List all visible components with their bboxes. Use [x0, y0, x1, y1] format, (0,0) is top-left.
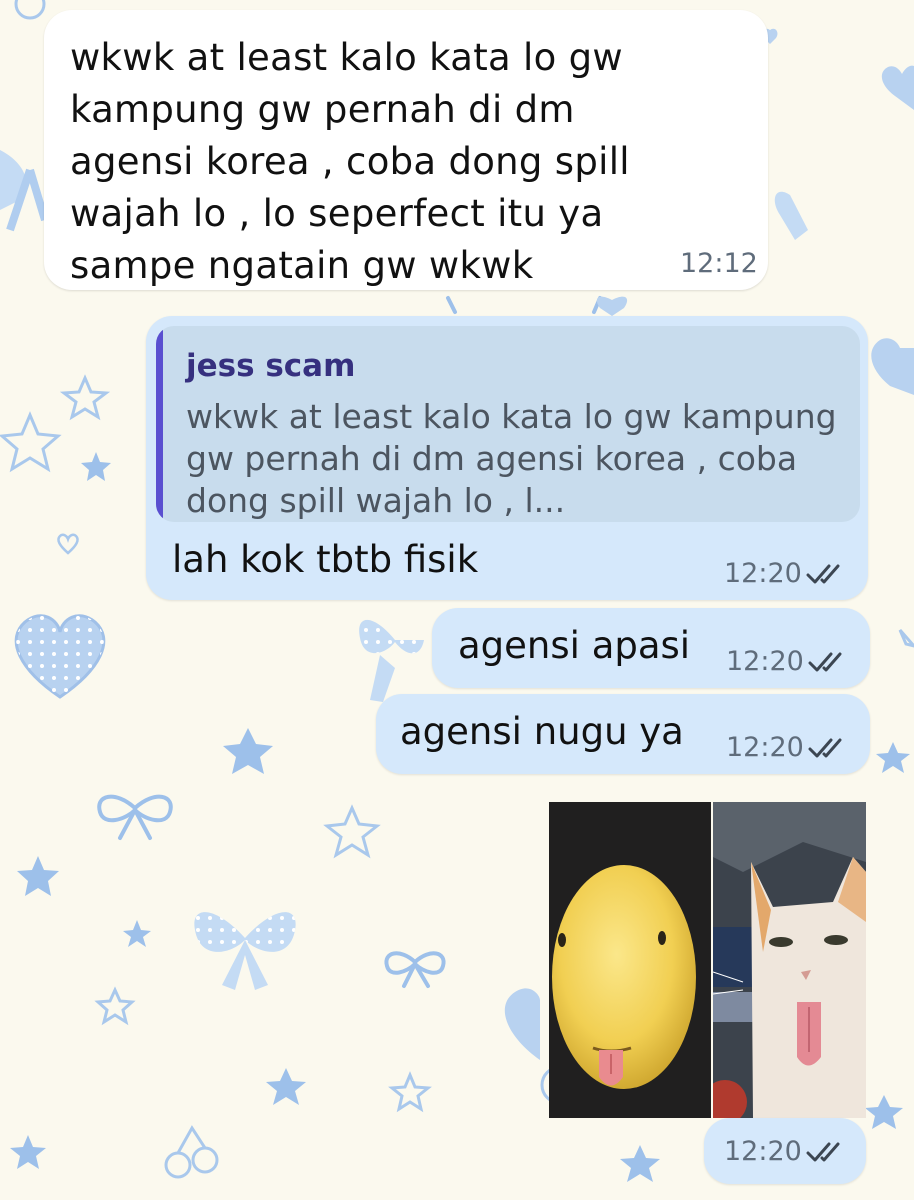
message-text: agensi nugu ya — [400, 710, 684, 753]
image-message[interactable] — [549, 802, 866, 1118]
outgoing-message-bubble[interactable]: agensi nugu ya 12:20 — [376, 694, 870, 774]
message-text: wkwk at least kalo kata lo gw kampung gw… — [70, 36, 630, 287]
quote-accent-bar — [156, 326, 163, 522]
message-timestamp: 12:12 — [680, 248, 758, 279]
outgoing-reply-bubble[interactable]: jess scam wkwk at least kalo kata lo gw … — [146, 316, 868, 600]
message-timestamp: 12:20 — [724, 1136, 802, 1167]
double-check-icon — [806, 564, 840, 584]
double-check-icon — [806, 1142, 840, 1162]
double-check-icon — [808, 652, 842, 672]
message-timestamp: 12:20 — [726, 732, 804, 763]
message-text: lah kok tbtb fisik — [172, 538, 479, 581]
quoted-sender-name: jess scam — [186, 348, 356, 384]
cherry-icon — [164, 1125, 219, 1179]
emoji-tongue-out-image — [549, 802, 711, 1118]
incoming-message-bubble[interactable]: wkwk at least kalo kata lo gw kampung gw… — [44, 10, 768, 290]
cat-tongue-out-photo — [703, 802, 866, 1118]
outgoing-message-bubble[interactable]: agensi apasi 12:20 — [432, 608, 870, 688]
message-text: agensi apasi — [458, 624, 691, 667]
double-check-icon — [808, 738, 842, 758]
message-timestamp: 12:20 — [724, 558, 802, 589]
quoted-message[interactable]: jess scam wkwk at least kalo kata lo gw … — [156, 326, 860, 522]
quoted-message-text: wkwk at least kalo kata lo gw kampung gw… — [186, 397, 837, 520]
message-timestamp: 12:20 — [726, 646, 804, 677]
image-message-footer[interactable]: 12:20 — [704, 1118, 866, 1184]
